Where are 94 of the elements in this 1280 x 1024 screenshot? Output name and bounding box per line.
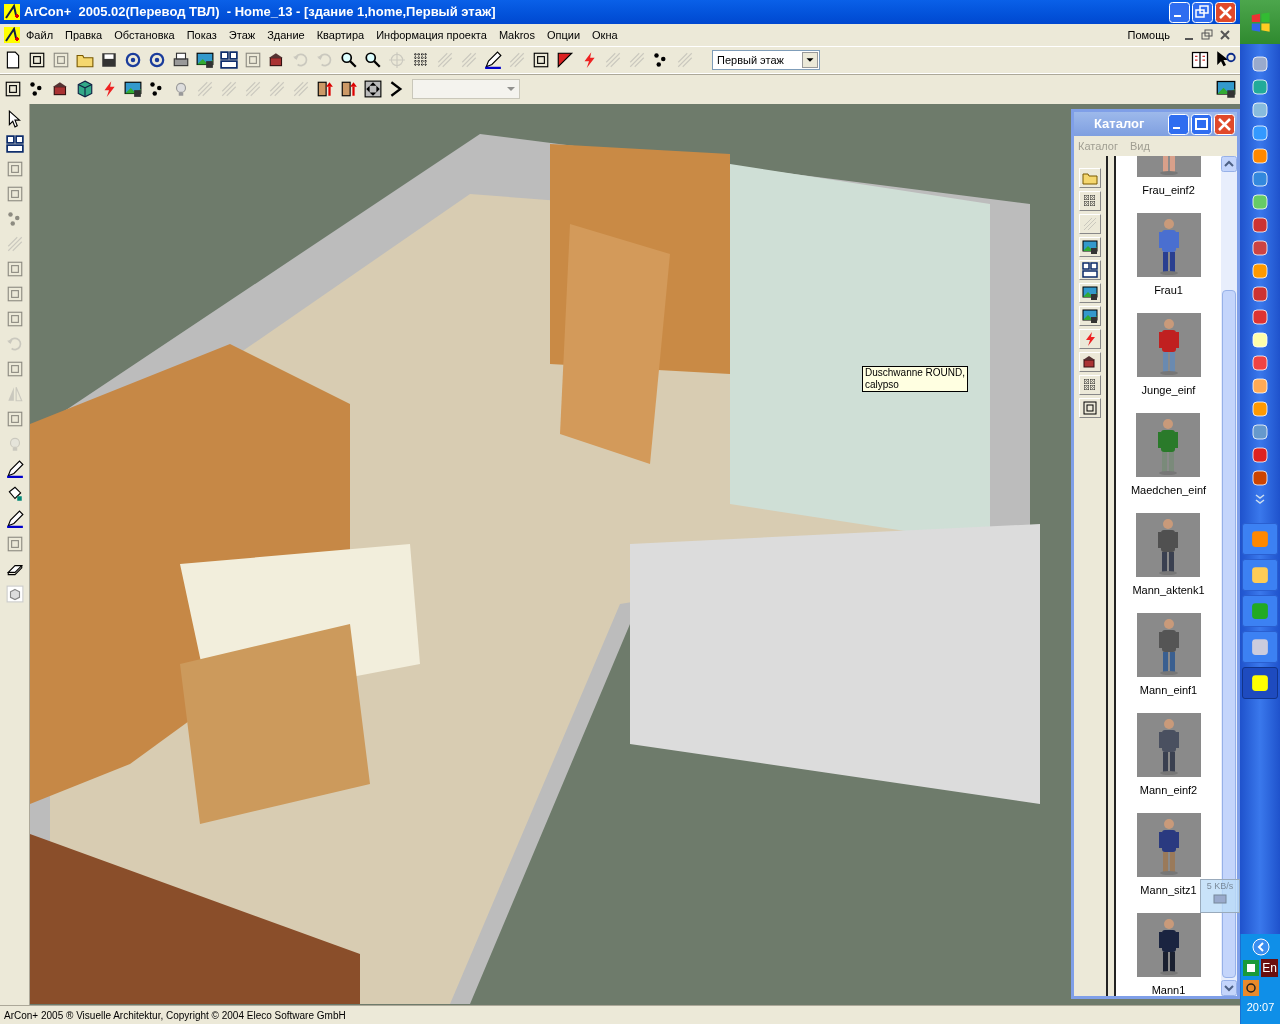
book-icon[interactable] — [1190, 50, 1210, 70]
menu-item[interactable]: Файл — [20, 26, 60, 44]
app-icon[interactable] — [1252, 194, 1268, 210]
item-label: Mann_einf1 — [1139, 683, 1198, 698]
start-button[interactable] — [1240, 0, 1280, 44]
item-label: Maedchen_einf — [1130, 483, 1207, 498]
menu-item[interactable]: Этаж — [222, 26, 262, 44]
menu-item[interactable]: Квартира — [310, 26, 371, 44]
menu-item[interactable]: Информация проекта — [370, 26, 493, 44]
close-button[interactable] — [1215, 1, 1236, 23]
menu-item[interactable]: Здание — [261, 26, 311, 44]
menu-item[interactable]: Показ — [180, 26, 223, 44]
item-label: Mann_aktenk1 — [1132, 583, 1205, 598]
printer-icon[interactable] — [172, 51, 190, 69]
app-icon — [1251, 602, 1269, 620]
triangle-icon[interactable] — [556, 51, 574, 69]
restore-button[interactable] — [1200, 28, 1214, 42]
minimize-button[interactable] — [1169, 1, 1190, 23]
new-document-icon[interactable] — [4, 51, 22, 69]
app-icon — [1251, 674, 1269, 692]
floor-dropdown[interactable]: Первый этаж — [712, 50, 820, 70]
app-icon[interactable] — [1252, 240, 1268, 256]
app-icon[interactable] — [1252, 148, 1268, 164]
app-icon[interactable] — [1252, 309, 1268, 325]
menu-item[interactable]: Makros — [492, 26, 541, 44]
item-label: Mann_einf2 — [1139, 783, 1198, 798]
app-icon[interactable] — [1252, 102, 1268, 118]
item-label: Junge_einf — [1141, 383, 1196, 398]
close-button[interactable] — [1214, 113, 1235, 135]
app-icon[interactable] — [1243, 980, 1259, 996]
app-icon[interactable] — [1252, 56, 1268, 72]
zoom-text-icon[interactable] — [364, 51, 382, 69]
language-indicator[interactable]: En — [1261, 959, 1278, 977]
app-icon[interactable] — [1252, 125, 1268, 141]
app-icon[interactable] — [1252, 424, 1268, 440]
app-icon[interactable] — [1252, 286, 1268, 302]
menu-item[interactable]: Правка — [59, 26, 109, 44]
close-button[interactable] — [1218, 28, 1232, 42]
menu-item[interactable]: Обстановка — [108, 26, 181, 44]
item-label: Frau_einf2 — [1142, 183, 1195, 198]
picture-save-icon[interactable] — [196, 51, 214, 69]
app-icon — [1251, 530, 1269, 548]
windows-icon[interactable] — [220, 51, 238, 69]
cube-icon[interactable] — [76, 80, 94, 98]
tooltip: Duschwanne ROUND, calypso — [862, 366, 969, 392]
app-icon[interactable] — [1252, 79, 1268, 95]
brush-icon[interactable] — [484, 51, 502, 69]
window-title: ArCon+ 2005.02(Перевод ТВЛ) - Home_13 - [здание 1,home,Первый этаж] — [24, 3, 497, 22]
item-label: Mann_sitz1 — [1140, 883, 1197, 898]
app-icon[interactable] — [1252, 447, 1268, 463]
catalog-title: Каталог — [1094, 115, 1146, 134]
maximize-button[interactable] — [1191, 113, 1212, 135]
floor-down-icon[interactable] — [340, 80, 358, 98]
grid-icon[interactable] — [412, 51, 430, 69]
chevron-icon[interactable] — [1254, 493, 1266, 505]
scroll-down-button[interactable] — [1221, 980, 1237, 996]
menu-item[interactable]: Опции — [540, 26, 587, 44]
picture-save-icon[interactable] — [1216, 79, 1236, 99]
network-icon — [1213, 893, 1227, 906]
save-icon[interactable] — [100, 51, 118, 69]
item-label: Frau1 — [1154, 283, 1183, 298]
search-icon[interactable] — [340, 51, 358, 69]
app-icon[interactable] — [1243, 960, 1260, 976]
scroll-up-button[interactable] — [1221, 156, 1237, 172]
app-icon[interactable] — [1252, 470, 1268, 486]
scene-icon[interactable] — [124, 80, 142, 98]
folder-up-icon[interactable] — [1082, 170, 1098, 186]
help-menu[interactable]: Помощь — [1123, 26, 1174, 44]
status-text: ArCon+ 2005 ® Visuelle Architektur, Copyright © 2004 Eleco Software GmbH — [4, 1008, 346, 1023]
dropdown-field[interactable] — [412, 79, 520, 99]
pencil-icon[interactable] — [5, 460, 24, 478]
restore-button[interactable] — [1192, 1, 1213, 23]
app-icon[interactable] — [1252, 263, 1268, 279]
logo-icon — [4, 27, 20, 43]
app-icon[interactable] — [1252, 171, 1268, 187]
speed-reading: 5 KB/s — [1206, 880, 1234, 893]
group-icon[interactable] — [5, 135, 24, 153]
ring-icon[interactable] — [148, 51, 166, 69]
item-label: Mann1 — [1151, 983, 1186, 996]
windows-logo-icon[interactable] — [1249, 11, 1271, 33]
app-icon[interactable] — [1252, 378, 1268, 394]
floor-up-icon[interactable] — [316, 80, 334, 98]
minimize-button[interactable] — [1168, 113, 1189, 135]
task-button[interactable] — [1242, 667, 1278, 699]
app-icon — [1251, 638, 1269, 656]
app-icon — [1251, 566, 1269, 584]
app-icon[interactable] — [1252, 332, 1268, 348]
app-icon[interactable] — [1252, 355, 1268, 371]
logo-icon — [4, 4, 20, 20]
grid-icon[interactable] — [1082, 193, 1098, 209]
app-icon[interactable] — [1252, 217, 1268, 233]
app-icon[interactable] — [1252, 401, 1268, 417]
menu-item[interactable]: Окна — [586, 26, 624, 44]
brush-icon[interactable] — [5, 510, 24, 528]
